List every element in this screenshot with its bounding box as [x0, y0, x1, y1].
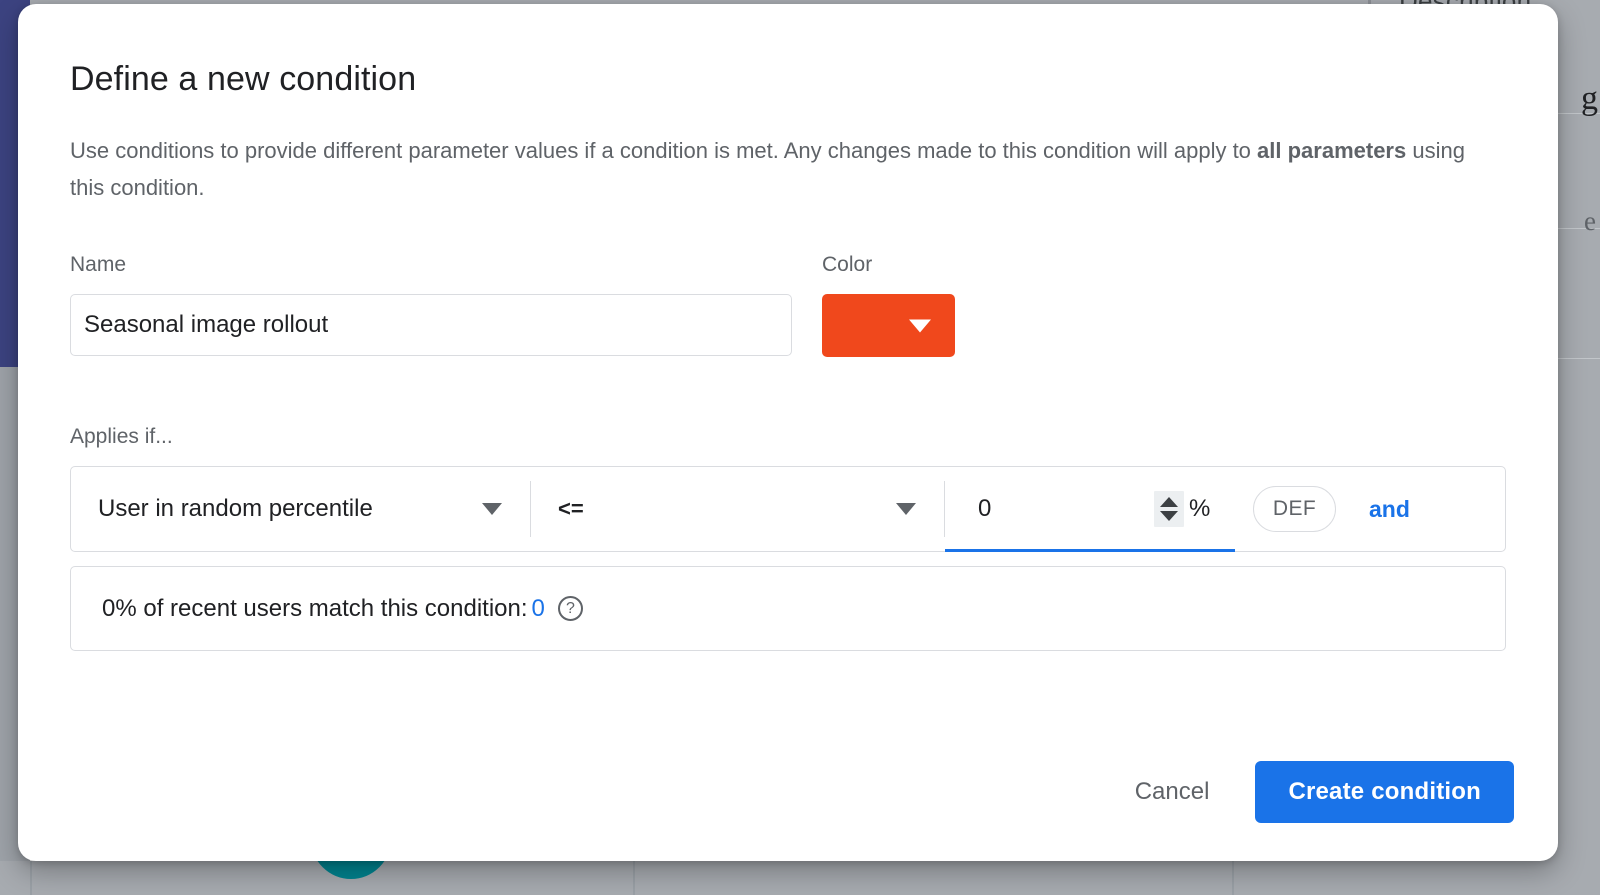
- chevron-down-icon: [482, 503, 502, 515]
- applies-if-label: Applies if...: [70, 425, 1506, 449]
- create-condition-button[interactable]: Create condition: [1255, 761, 1514, 823]
- dialog-description: Use conditions to provide different para…: [70, 99, 1490, 206]
- condition-subject-value: User in random percentile: [98, 495, 373, 523]
- condition-value-input[interactable]: [976, 494, 1154, 524]
- condition-name-input[interactable]: [70, 294, 792, 356]
- background-clipped-text: e: [1584, 206, 1596, 237]
- condition-operator-select[interactable]: <=: [531, 467, 944, 551]
- dialog-footer: Cancel Create condition: [1113, 761, 1514, 823]
- condition-value-group: %: [945, 467, 1235, 551]
- chevron-down-icon: [896, 503, 916, 515]
- help-icon[interactable]: ?: [558, 596, 583, 621]
- focus-underline: [945, 549, 1235, 552]
- column-divider: [30, 861, 32, 895]
- description-emphasis: all parameters: [1257, 138, 1406, 163]
- condition-subject-select[interactable]: User in random percentile: [71, 467, 530, 551]
- color-label: Color: [822, 253, 955, 277]
- match-summary-box: 0% of recent users match this condition:…: [70, 566, 1506, 651]
- cancel-button[interactable]: Cancel: [1113, 766, 1232, 818]
- def-chip-button[interactable]: DEF: [1253, 486, 1336, 532]
- name-field-group: Name: [70, 253, 822, 361]
- color-picker-button[interactable]: [822, 294, 955, 357]
- name-and-color-row: Name Color: [70, 253, 1506, 361]
- percent-unit-label: %: [1189, 495, 1210, 523]
- chevron-down-icon: [909, 319, 931, 332]
- stepper-down-icon[interactable]: [1160, 511, 1178, 521]
- number-stepper[interactable]: [1154, 491, 1184, 527]
- define-condition-dialog: Define a new condition Use conditions to…: [18, 4, 1558, 861]
- dialog-title: Define a new condition: [70, 4, 1506, 99]
- column-divider: [633, 861, 635, 895]
- stepper-up-icon[interactable]: [1160, 497, 1178, 507]
- condition-operator-value: <=: [558, 496, 584, 522]
- add-and-clause-link[interactable]: and: [1369, 496, 1410, 523]
- name-label: Name: [70, 253, 822, 277]
- background-bottom-bar: [0, 861, 1600, 895]
- color-field-group: Color: [822, 253, 955, 361]
- condition-builder-row: User in random percentile <= % DEF and: [70, 466, 1506, 552]
- description-text-part1: Use conditions to provide different para…: [70, 138, 1257, 163]
- column-divider: [1232, 861, 1234, 895]
- background-clipped-text: g: [1581, 80, 1598, 118]
- match-summary-count: 0: [532, 595, 545, 623]
- match-summary-text: 0% of recent users match this condition:: [102, 595, 528, 623]
